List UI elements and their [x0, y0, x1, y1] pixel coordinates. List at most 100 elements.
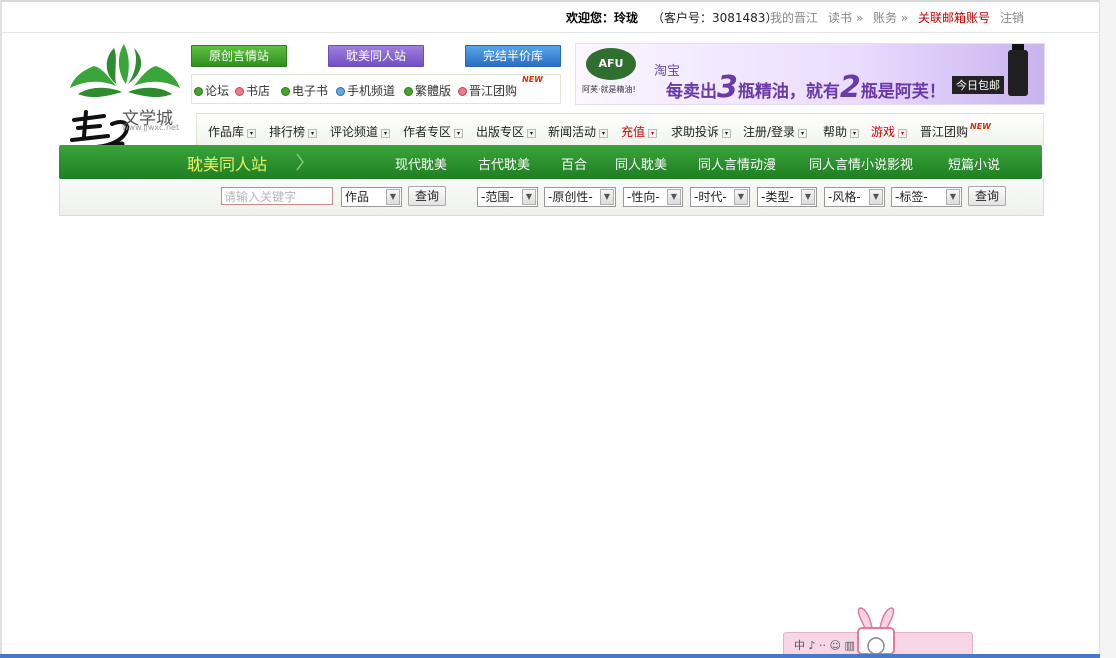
menu-help-complaint[interactable]: 求助投诉 ▾ — [671, 123, 732, 140]
nav-doujin-novel-film[interactable]: 同人言情小说影视 — [809, 154, 913, 173]
chevron-down-icon: ▼ — [734, 189, 748, 205]
logout-link[interactable]: 注销 — [1000, 9, 1024, 26]
quick-links-row: 论坛 书店 电子书 手机频道 繁體版 晋江团购 NEW — [191, 74, 561, 104]
groupbuy-icon — [458, 87, 467, 96]
menu-news[interactable]: 新闻活动 ▾ — [548, 123, 609, 140]
filter-tag-value: -标签- — [895, 190, 928, 204]
dropdown-arrow-icon: ▾ — [527, 129, 537, 138]
nav-yuri[interactable]: 百合 — [561, 154, 587, 173]
afu-logo: AFU — [586, 48, 636, 80]
vertical-scrollbar[interactable] — [1099, 0, 1116, 658]
bunny-mascot-icon[interactable] — [852, 606, 900, 654]
menu-works[interactable]: 作品库 ▾ — [208, 123, 257, 140]
window-left-border — [0, 0, 2, 658]
welcome-text: 欢迎您：玲珑 — [566, 11, 639, 25]
menu-register-label: 注册/登录 — [743, 125, 796, 139]
keyword-input[interactable]: 请输入关键字 — [221, 187, 333, 205]
slogan-part-c: 瓶是阿芙！ — [860, 82, 946, 102]
slogan-number-a: 3 — [717, 70, 738, 105]
dropdown-arrow-icon: ▾ — [850, 129, 860, 138]
chevron-down-icon: ▼ — [386, 189, 400, 205]
half-price-library-button[interactable]: 完结半价库 — [465, 45, 561, 67]
link-email-account[interactable]: 关联邮箱账号 — [918, 9, 990, 26]
dropdown-arrow-icon: ▾ — [722, 129, 732, 138]
traditional-label: 繁體版 — [415, 84, 452, 98]
filter-orientation-value: -性向- — [627, 190, 660, 204]
forum-link[interactable]: 论坛 — [194, 82, 229, 99]
nav-short-stories[interactable]: 短篇小说 — [948, 154, 1000, 173]
menu-publish-label: 出版专区 — [476, 125, 525, 139]
dropdown-arrow-icon: ▾ — [454, 129, 464, 138]
mobile-channel-link[interactable]: 手机频道 — [336, 82, 395, 99]
menu-game[interactable]: 游戏 ▾ — [871, 123, 908, 140]
ebook-label: 电子书 — [292, 84, 329, 98]
menu-author-label: 作者专区 — [403, 125, 452, 139]
menu-review[interactable]: 评论频道 ▾ — [330, 123, 391, 140]
filter-originality-select[interactable]: -原创性- ▼ — [544, 187, 616, 207]
filter-style-select[interactable]: -风格- ▼ — [824, 187, 885, 207]
new-badge: NEW — [522, 75, 543, 84]
store-link[interactable]: 书店 — [235, 82, 270, 99]
dropdown-arrow-icon: ▾ — [648, 129, 658, 138]
mobile-label: 手机频道 — [347, 84, 396, 98]
nav-doujin-anime[interactable]: 同人言情动漫 — [698, 154, 776, 173]
menu-groupbuy-label: 晋江团购 — [920, 125, 969, 139]
filter-query-button[interactable]: 查询 — [968, 186, 1006, 206]
slogan-part-b: 瓶精油，就有 — [737, 82, 840, 102]
account-link[interactable]: 账务 » — [873, 9, 908, 26]
groupbuy-label: 晋江团购 — [469, 84, 518, 98]
filter-scope-value: -范围- — [481, 190, 514, 204]
chevron-down-icon: ▼ — [801, 189, 815, 205]
filter-scope-select[interactable]: -范围- ▼ — [477, 187, 538, 207]
original-romance-button[interactable]: 原创言情站 — [191, 45, 287, 67]
menu-ranking[interactable]: 排行榜 ▾ — [269, 123, 318, 140]
menu-recharge[interactable]: 充值 ▾ — [621, 123, 658, 140]
filter-originality-value: -原创性- — [548, 190, 593, 204]
query-button[interactable]: 查询 — [408, 186, 446, 206]
menu-game-label: 游戏 — [871, 125, 896, 139]
traditional-icon — [404, 87, 413, 96]
dropdown-arrow-icon: ▾ — [798, 129, 808, 138]
forum-icon — [194, 87, 203, 96]
afu-ad-banner[interactable]: AFU 阿芙·就是精油! 淘宝 每卖出3瓶精油，就有2瓶是阿芙！ 今日包邮 — [575, 43, 1045, 105]
menu-recharge-label: 充值 — [621, 125, 646, 139]
chevron-down-icon: ▼ — [600, 189, 614, 205]
store-icon — [235, 87, 244, 96]
ebook-link[interactable]: 电子书 — [281, 82, 328, 99]
nav-doujin-danmei[interactable]: 同人耽美 — [615, 154, 667, 173]
ebook-icon — [281, 87, 290, 96]
menu-new-badge: NEW — [970, 122, 991, 131]
chevron-down-icon: ▼ — [522, 189, 536, 205]
search-type-value: 作品 — [345, 190, 370, 204]
reading-link[interactable]: 读书 » — [828, 9, 863, 26]
chevron-right-icon — [296, 153, 304, 171]
chevron-down-icon: ▼ — [667, 189, 681, 205]
filter-era-select[interactable]: -时代- ▼ — [690, 187, 750, 207]
free-shipping-badge: 今日包邮 — [952, 76, 1004, 94]
traditional-link[interactable]: 繁體版 — [404, 82, 451, 99]
filter-era-value: -时代- — [694, 190, 727, 204]
filter-orientation-select[interactable]: -性向- ▼ — [623, 187, 683, 207]
menu-publish[interactable]: 出版专区 ▾ — [476, 123, 537, 140]
chevron-down-icon: ▼ — [946, 189, 960, 205]
menu-register[interactable]: 注册/登录 ▾ — [743, 123, 808, 140]
ad-slogan: 每卖出3瓶精油，就有2瓶是阿芙！ — [666, 70, 946, 105]
my-jinjiang-link[interactable]: 我的晋江 — [770, 9, 818, 26]
nav-modern-danmei[interactable]: 现代耽美 — [395, 154, 447, 173]
dropdown-arrow-icon: ▾ — [381, 129, 391, 138]
filter-tag-select[interactable]: -标签- ▼ — [891, 187, 962, 207]
dropdown-arrow-icon: ▾ — [898, 129, 908, 138]
menu-help[interactable]: 帮助 ▾ — [823, 123, 860, 140]
menu-author[interactable]: 作者专区 ▾ — [403, 123, 464, 140]
search-type-select[interactable]: 作品 ▼ — [341, 187, 402, 207]
filter-style-value: -风格- — [828, 190, 861, 204]
slogan-part-a: 每卖出 — [666, 82, 717, 102]
filter-genre-select[interactable]: -类型- ▼ — [757, 187, 817, 207]
danmei-site-button[interactable]: 耽美同人站 — [328, 45, 424, 67]
menu-groupbuy[interactable]: 晋江团购 — [920, 123, 968, 140]
nav-site-title[interactable]: 耽美同人站 — [187, 151, 267, 175]
nav-ancient-danmei[interactable]: 古代耽美 — [478, 154, 530, 173]
groupbuy-link[interactable]: 晋江团购 — [458, 82, 517, 99]
dropdown-arrow-icon: ▾ — [247, 129, 257, 138]
store-label: 书店 — [246, 84, 271, 98]
